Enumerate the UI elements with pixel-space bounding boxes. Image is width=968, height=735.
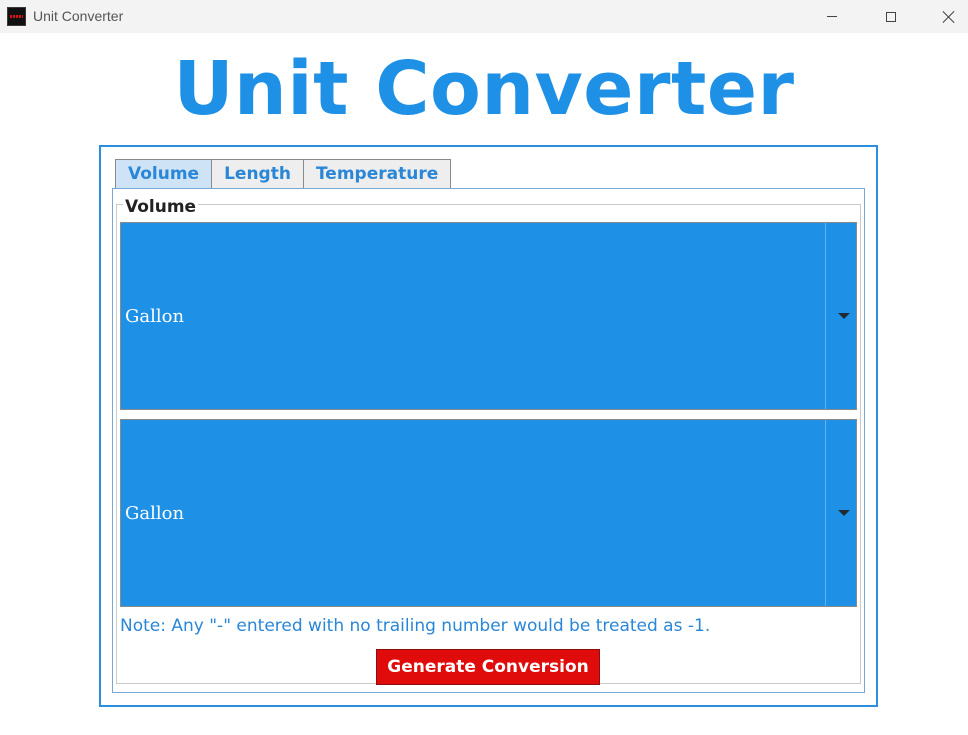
close-icon	[942, 10, 956, 24]
maximize-button[interactable]	[868, 0, 914, 33]
group-legend: Volume	[123, 197, 199, 217]
note-text: Note: Any "-" entered with no trailing n…	[120, 616, 711, 636]
generate-conversion-button[interactable]: Generate Conversion	[376, 649, 600, 685]
maximize-icon	[886, 11, 896, 22]
chevron-down-icon[interactable]	[838, 313, 850, 319]
app-icon	[7, 7, 26, 26]
converter-panel: Volume Length Temperature Volume Gallon …	[99, 145, 878, 707]
from-unit-value: Gallon	[125, 223, 826, 409]
tab-content: Volume Gallon Gallon Note: Any "-" enter…	[112, 188, 865, 693]
window-title: Unit Converter	[33, 8, 124, 24]
chevron-down-icon[interactable]	[838, 510, 850, 516]
tab-temperature[interactable]: Temperature	[302, 159, 452, 188]
tab-volume[interactable]: Volume	[115, 159, 213, 189]
tab-bar: Volume Length Temperature	[115, 159, 452, 189]
close-button[interactable]	[926, 0, 968, 33]
to-unit-value: Gallon	[125, 420, 826, 606]
minimize-button[interactable]	[809, 0, 855, 33]
title-bar: Unit Converter	[0, 0, 968, 33]
tab-length[interactable]: Length	[211, 159, 304, 188]
to-unit-select[interactable]: Gallon	[120, 419, 857, 607]
page-title: Unit Converter	[173, 46, 795, 132]
minimize-icon	[827, 16, 837, 17]
from-unit-select[interactable]: Gallon	[120, 222, 857, 410]
